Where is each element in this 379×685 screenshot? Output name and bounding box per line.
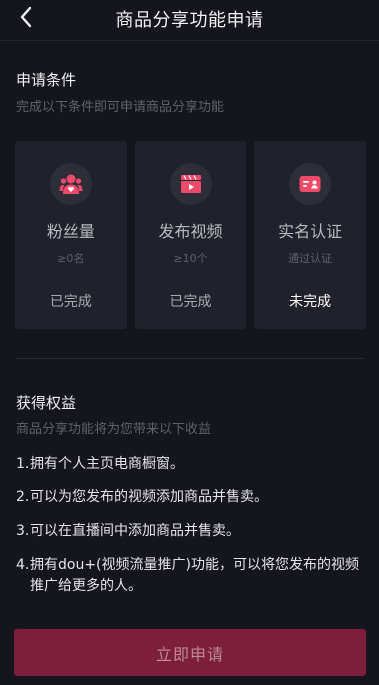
id-card-icon (289, 163, 332, 205)
fans-icon (49, 163, 92, 205)
header-divider (0, 40, 379, 41)
page-title: 商品分享功能申请 (115, 10, 264, 31)
benefit-text: 拥有个人主页电商橱窗。 (30, 456, 184, 472)
conditions-title: 申请条件 (16, 71, 77, 89)
header: 商品分享功能申请 (0, 0, 379, 38)
card-requirement: 通过认证 (288, 252, 333, 265)
benefit-item: 3. 可以在直播间中添加商品并售卖。 (16, 521, 364, 542)
benefit-item: 2. 可以为您发布的视频添加商品并售卖。 (16, 487, 364, 508)
benefit-text: 可以为您发布的视频添加商品并售卖。 (30, 489, 268, 505)
card-status: 已完成 (49, 294, 92, 310)
benefit-number: 2. (16, 489, 30, 505)
card-title: 粉丝量 (46, 222, 95, 241)
condition-card-realname[interactable]: 实名认证 通过认证 未完成 (254, 141, 367, 329)
card-requirement: ≥0名 (57, 252, 85, 265)
benefit-item: 4. 拥有dou+(视频流量推广)功能，可以将您发布的视频推广给更多的人。 (16, 555, 364, 597)
section-divider (16, 358, 364, 359)
back-button[interactable] (12, 5, 40, 33)
apply-button[interactable]: 立即申请 (14, 629, 366, 676)
benefit-number: 1. (16, 456, 30, 472)
benefit-number: 3. (16, 523, 30, 539)
video-icon (169, 163, 212, 205)
benefit-number: 4. (16, 557, 30, 573)
chevron-left-icon (19, 6, 33, 32)
card-status: 未完成 (289, 294, 332, 310)
conditions-cards: 粉丝量 ≥0名 已完成 发布视频 ≥10个 已完成 实名认证 通过认证 未完成 (15, 141, 367, 329)
card-title: 发布视频 (158, 222, 223, 241)
benefits-subtitle: 商品分享功能将为您带来以下收益 (16, 422, 212, 437)
page: 商品分享功能申请 申请条件 完成以下条件即可申请商品分享功能 粉丝量 ≥0名 已… (0, 0, 379, 685)
card-title: 实名认证 (278, 222, 343, 241)
conditions-subtitle: 完成以下条件即可申请商品分享功能 (16, 100, 225, 115)
condition-card-video: 发布视频 ≥10个 已完成 (134, 141, 247, 329)
benefit-text: 拥有dou+(视频流量推广)功能，可以将您发布的视频推广给更多的人。 (30, 557, 359, 594)
benefit-item: 1. 拥有个人主页电商橱窗。 (16, 454, 364, 475)
benefits-title: 获得权益 (16, 394, 77, 412)
card-status: 已完成 (169, 294, 212, 310)
benefit-text: 可以在直播间中添加商品并售卖。 (30, 523, 240, 539)
card-requirement: ≥10个 (173, 252, 208, 265)
condition-card-fans: 粉丝量 ≥0名 已完成 (15, 141, 127, 329)
